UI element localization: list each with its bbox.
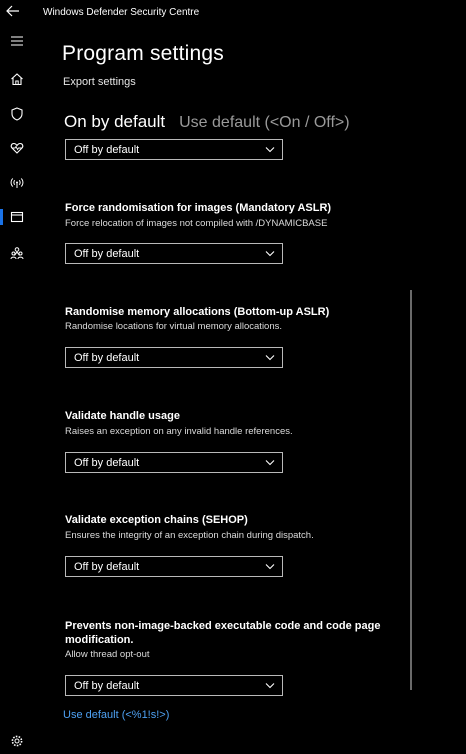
tooltip-use-default[interactable]: Use default (<On / Off>)	[179, 114, 349, 131]
chevron-down-icon	[265, 564, 275, 570]
setting-desc-bottom-up-aslr: Randomise locations for virtual memory a…	[65, 321, 283, 332]
chevron-down-icon	[265, 460, 275, 466]
sidebar-item-firewall[interactable]	[0, 170, 34, 196]
bottom-up-aslr-dropdown[interactable]: Off by default	[65, 347, 283, 368]
wifi-icon	[10, 178, 24, 188]
tooltip-on-by-default[interactable]: On by default	[64, 112, 165, 131]
setting-desc-sehop: Ensures the integrity of an exception ch…	[65, 530, 314, 541]
sidebar-item-app-browser-control[interactable]	[0, 204, 34, 230]
back-button[interactable]	[6, 4, 28, 22]
chevron-down-icon	[265, 251, 275, 257]
setting-title-mandatory-aslr: Force randomisation for images (Mandator…	[65, 202, 332, 214]
sidebar-item-family-options[interactable]	[0, 240, 34, 266]
setting-desc-mandatory-aslr: Force relocation of images not compiled …	[65, 218, 328, 229]
top-setting-dropdown[interactable]: Off by default	[65, 139, 283, 160]
page-title: Program settings	[62, 42, 224, 65]
setting-title-sehop: Validate exception chains (SEHOP)	[65, 514, 248, 526]
code-integrity-dropdown[interactable]: Off by default	[65, 675, 283, 696]
title-bar: Windows Defender Security Centre	[0, 0, 466, 26]
setting-desc-validate-handle: Raises an exception on any invalid handl…	[65, 426, 293, 437]
dropdown-value: Off by default	[74, 144, 140, 156]
dropdown-value: Off by default	[74, 352, 140, 364]
sidebar-item-home[interactable]	[0, 66, 34, 92]
app-browser-icon	[10, 211, 24, 223]
app-title: Windows Defender Security Centre	[43, 7, 200, 18]
dropdown-value: Off by default	[74, 457, 140, 469]
validate-handle-dropdown[interactable]: Off by default	[65, 452, 283, 473]
scrollbar[interactable]	[410, 290, 412, 690]
menu-button[interactable]	[0, 29, 34, 55]
chevron-down-icon	[265, 683, 275, 689]
active-indicator	[0, 209, 3, 225]
setting-title-validate-handle: Validate handle usage	[65, 410, 180, 422]
sidebar-item-device-health[interactable]	[0, 135, 34, 161]
dropdown-value: Off by default	[74, 680, 140, 692]
export-settings-link[interactable]: Export settings	[63, 76, 136, 88]
family-icon	[10, 247, 24, 260]
sidebar	[0, 26, 34, 750]
chevron-down-icon	[265, 147, 275, 153]
sehop-dropdown[interactable]: Off by default	[65, 556, 283, 577]
setting-desc-code-integrity: Allow thread opt-out	[65, 649, 150, 660]
heart-icon	[10, 142, 24, 154]
setting-title-code-integrity-line2: modification.	[65, 634, 134, 646]
state-tooltip: On by default Use default (<On / Off>)	[64, 112, 350, 136]
chevron-down-icon	[265, 355, 275, 361]
sidebar-item-settings[interactable]	[0, 728, 34, 754]
shield-icon	[11, 107, 23, 121]
hamburger-icon	[11, 36, 23, 46]
gear-icon	[11, 735, 23, 747]
dropdown-value: Off by default	[74, 561, 140, 573]
setting-title-code-integrity-line1: Prevents non-image-backed executable cod…	[65, 620, 381, 632]
back-icon	[6, 5, 19, 17]
setting-title-bottom-up-aslr: Randomise memory allocations (Bottom-up …	[65, 306, 330, 318]
home-icon	[11, 73, 23, 86]
mandatory-aslr-dropdown[interactable]: Off by default	[65, 243, 283, 264]
dropdown-value: Off by default	[74, 248, 140, 260]
use-default-link[interactable]: Use default (<%1!s!>)	[63, 709, 169, 721]
sidebar-item-virus-protection[interactable]	[0, 101, 34, 127]
